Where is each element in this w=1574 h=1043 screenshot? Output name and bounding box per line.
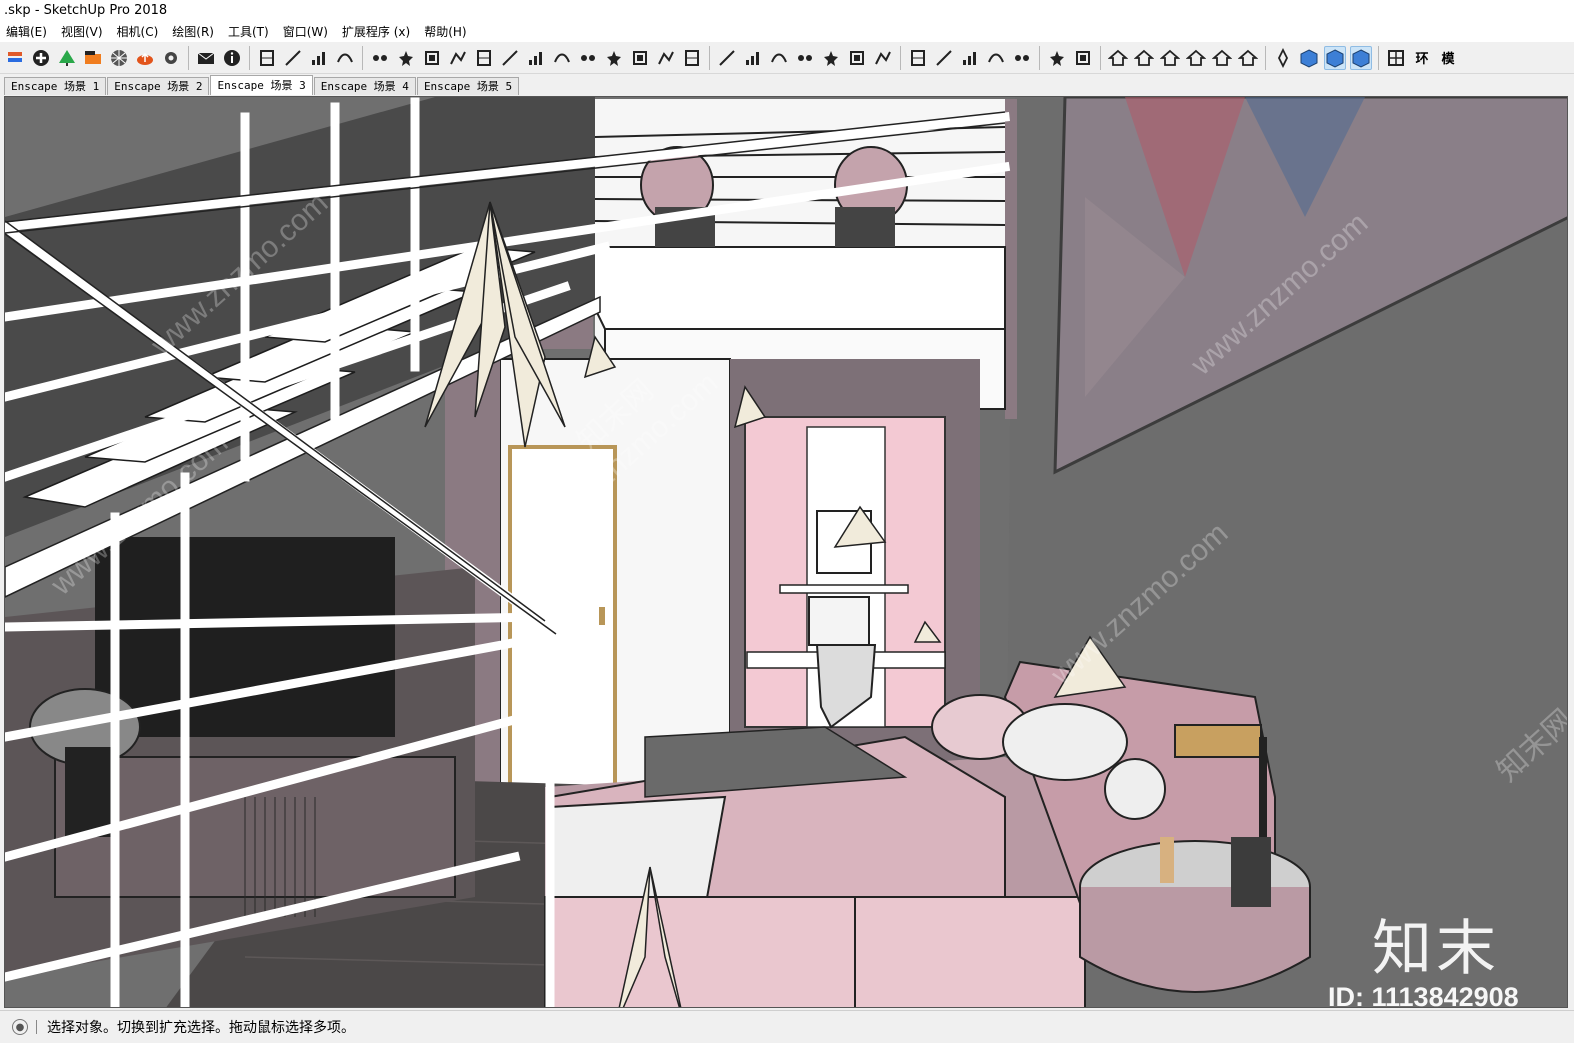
tool-i-icon[interactable] [577, 46, 599, 70]
tv [95, 537, 395, 737]
paint-icon[interactable] [82, 46, 104, 70]
menu-item-2[interactable]: 相机(C) [110, 22, 166, 42]
status-bar: ● 选择对象。切换到扩充选择。拖动鼠标选择多项。 [0, 1010, 1574, 1043]
menu-bar: 编辑(E) 视图(V) 相机(C) 绘图(R) 工具(T) 窗口(W) 扩展程序 (x) 帮助… [0, 22, 1574, 42]
tool-l-icon[interactable] [655, 46, 677, 70]
pen-icon[interactable] [820, 46, 842, 70]
window-title: .skp - SketchUp Pro 2018 [4, 3, 168, 18]
scene-tabs: Enscape 场景 1 Enscape 场景 2 Enscape 场景 3 Ensc… [0, 75, 1574, 95]
menu-item-4[interactable]: 工具(T) [221, 22, 276, 42]
menu-item-7[interactable]: 帮助(H) [417, 22, 473, 42]
tool-d-icon[interactable] [447, 46, 469, 70]
section-plane-icon[interactable] [4, 46, 26, 70]
cube-active-icon[interactable] [1324, 45, 1346, 70]
toolbar-separator [1265, 45, 1266, 70]
dots-icon[interactable] [933, 46, 955, 70]
menu-item-5[interactable]: 窗口(W) [276, 22, 335, 42]
scene-tab-1[interactable]: Enscape 场景 1 [4, 77, 107, 95]
toolbar-separator [709, 45, 710, 70]
toolbar: 环模 [0, 42, 1574, 74]
tool-b-icon[interactable] [395, 46, 417, 70]
cube-blue-icon[interactable] [1350, 45, 1372, 70]
tool-f-icon[interactable] [499, 46, 521, 70]
grid-sphere-icon[interactable] [108, 46, 130, 70]
bars-icon[interactable] [334, 46, 356, 70]
mail-icon[interactable] [195, 46, 217, 70]
tool-g-icon[interactable] [525, 46, 547, 70]
cube-icon[interactable] [1298, 46, 1320, 70]
menu-item-6[interactable]: 扩展程序 (x) [335, 22, 417, 42]
home-icon[interactable] [1159, 46, 1181, 70]
cloud-icon[interactable] [134, 46, 156, 70]
tool-a-icon[interactable] [369, 46, 391, 70]
add-icon[interactable] [30, 46, 52, 70]
toolbar-separator [249, 45, 250, 70]
scene-tab-3[interactable]: Enscape 场景 3 [210, 75, 313, 95]
curve-icon[interactable] [768, 46, 790, 70]
settings-icon[interactable] [160, 46, 182, 70]
sticker-a-icon[interactable] [1046, 46, 1068, 70]
tool-k-icon[interactable] [629, 46, 651, 70]
tool-m-icon[interactable] [681, 46, 703, 70]
scene-tab-4[interactable]: Enscape 场景 4 [313, 77, 416, 95]
sticker-b-icon[interactable] [1072, 46, 1094, 70]
model-viewport[interactable]: www.znzmo.com www.znzmo.com www.znzmo.co… [4, 96, 1568, 1008]
line-icon[interactable] [308, 46, 330, 70]
toolbar-separator [362, 45, 363, 70]
status-text: 选择对象。切换到扩充选择。拖动鼠标选择多项。 [47, 1020, 355, 1036]
status-separator [36, 1020, 37, 1034]
menu-item-0[interactable]: 编辑(E) [0, 22, 54, 42]
menu-item-3[interactable]: 绘图(R) [165, 22, 221, 42]
toolbar-text-button[interactable]: 环 [1411, 46, 1433, 70]
toolbar-text-button[interactable]: 模 [1437, 46, 1459, 70]
toolbar-separator [188, 45, 189, 70]
toolbar-separator [900, 45, 901, 70]
house-e-icon[interactable] [1237, 46, 1259, 70]
tool-e-icon[interactable] [473, 46, 495, 70]
watermark-brand: 知末 [1372, 914, 1500, 984]
table-lamp [1174, 724, 1262, 758]
grid-icon[interactable] [1385, 46, 1407, 70]
watermark-id: ID: 1113842908 [1328, 982, 1519, 1012]
house-c-icon[interactable] [1185, 46, 1207, 70]
column-icon[interactable] [872, 46, 894, 70]
title-bar: .skp - SketchUp Pro 2018 [0, 0, 1574, 22]
stairs-icon[interactable] [256, 46, 278, 70]
chain-icon[interactable] [742, 46, 764, 70]
comb-icon[interactable] [846, 46, 868, 70]
brush-icon[interactable] [1011, 46, 1033, 70]
tool-j-icon[interactable] [603, 46, 625, 70]
house-d-icon[interactable] [1211, 46, 1233, 70]
toolbar-separator [1100, 45, 1101, 70]
tool-c-icon[interactable] [421, 46, 443, 70]
spiral-icon[interactable] [794, 46, 816, 70]
house-b-icon[interactable] [1133, 46, 1155, 70]
info-icon[interactable] [221, 46, 243, 70]
toolbar-separator [1378, 45, 1379, 70]
menu-item-1[interactable]: 视图(V) [54, 22, 110, 42]
compass-icon[interactable] [1272, 46, 1294, 70]
tool-h-icon[interactable] [551, 46, 573, 70]
arc-icon[interactable] [716, 46, 738, 70]
scene-tab-5[interactable]: Enscape 场景 5 [416, 77, 520, 95]
book-icon[interactable] [959, 46, 981, 70]
tree-icon[interactable] [56, 46, 78, 70]
triangle-icon[interactable] [907, 46, 929, 70]
door-icon[interactable] [282, 46, 304, 70]
house-a-icon[interactable] [1107, 46, 1129, 70]
scene-tab-2[interactable]: Enscape 场景 2 [107, 77, 210, 95]
sketchup-window: .skp - SketchUp Pro 2018 编辑(E) 视图(V) 相机(C)… [0, 0, 1574, 1043]
user-icon[interactable]: ● [12, 1019, 28, 1035]
toolbar-separator [1039, 45, 1040, 70]
figure-icon[interactable] [985, 46, 1007, 70]
